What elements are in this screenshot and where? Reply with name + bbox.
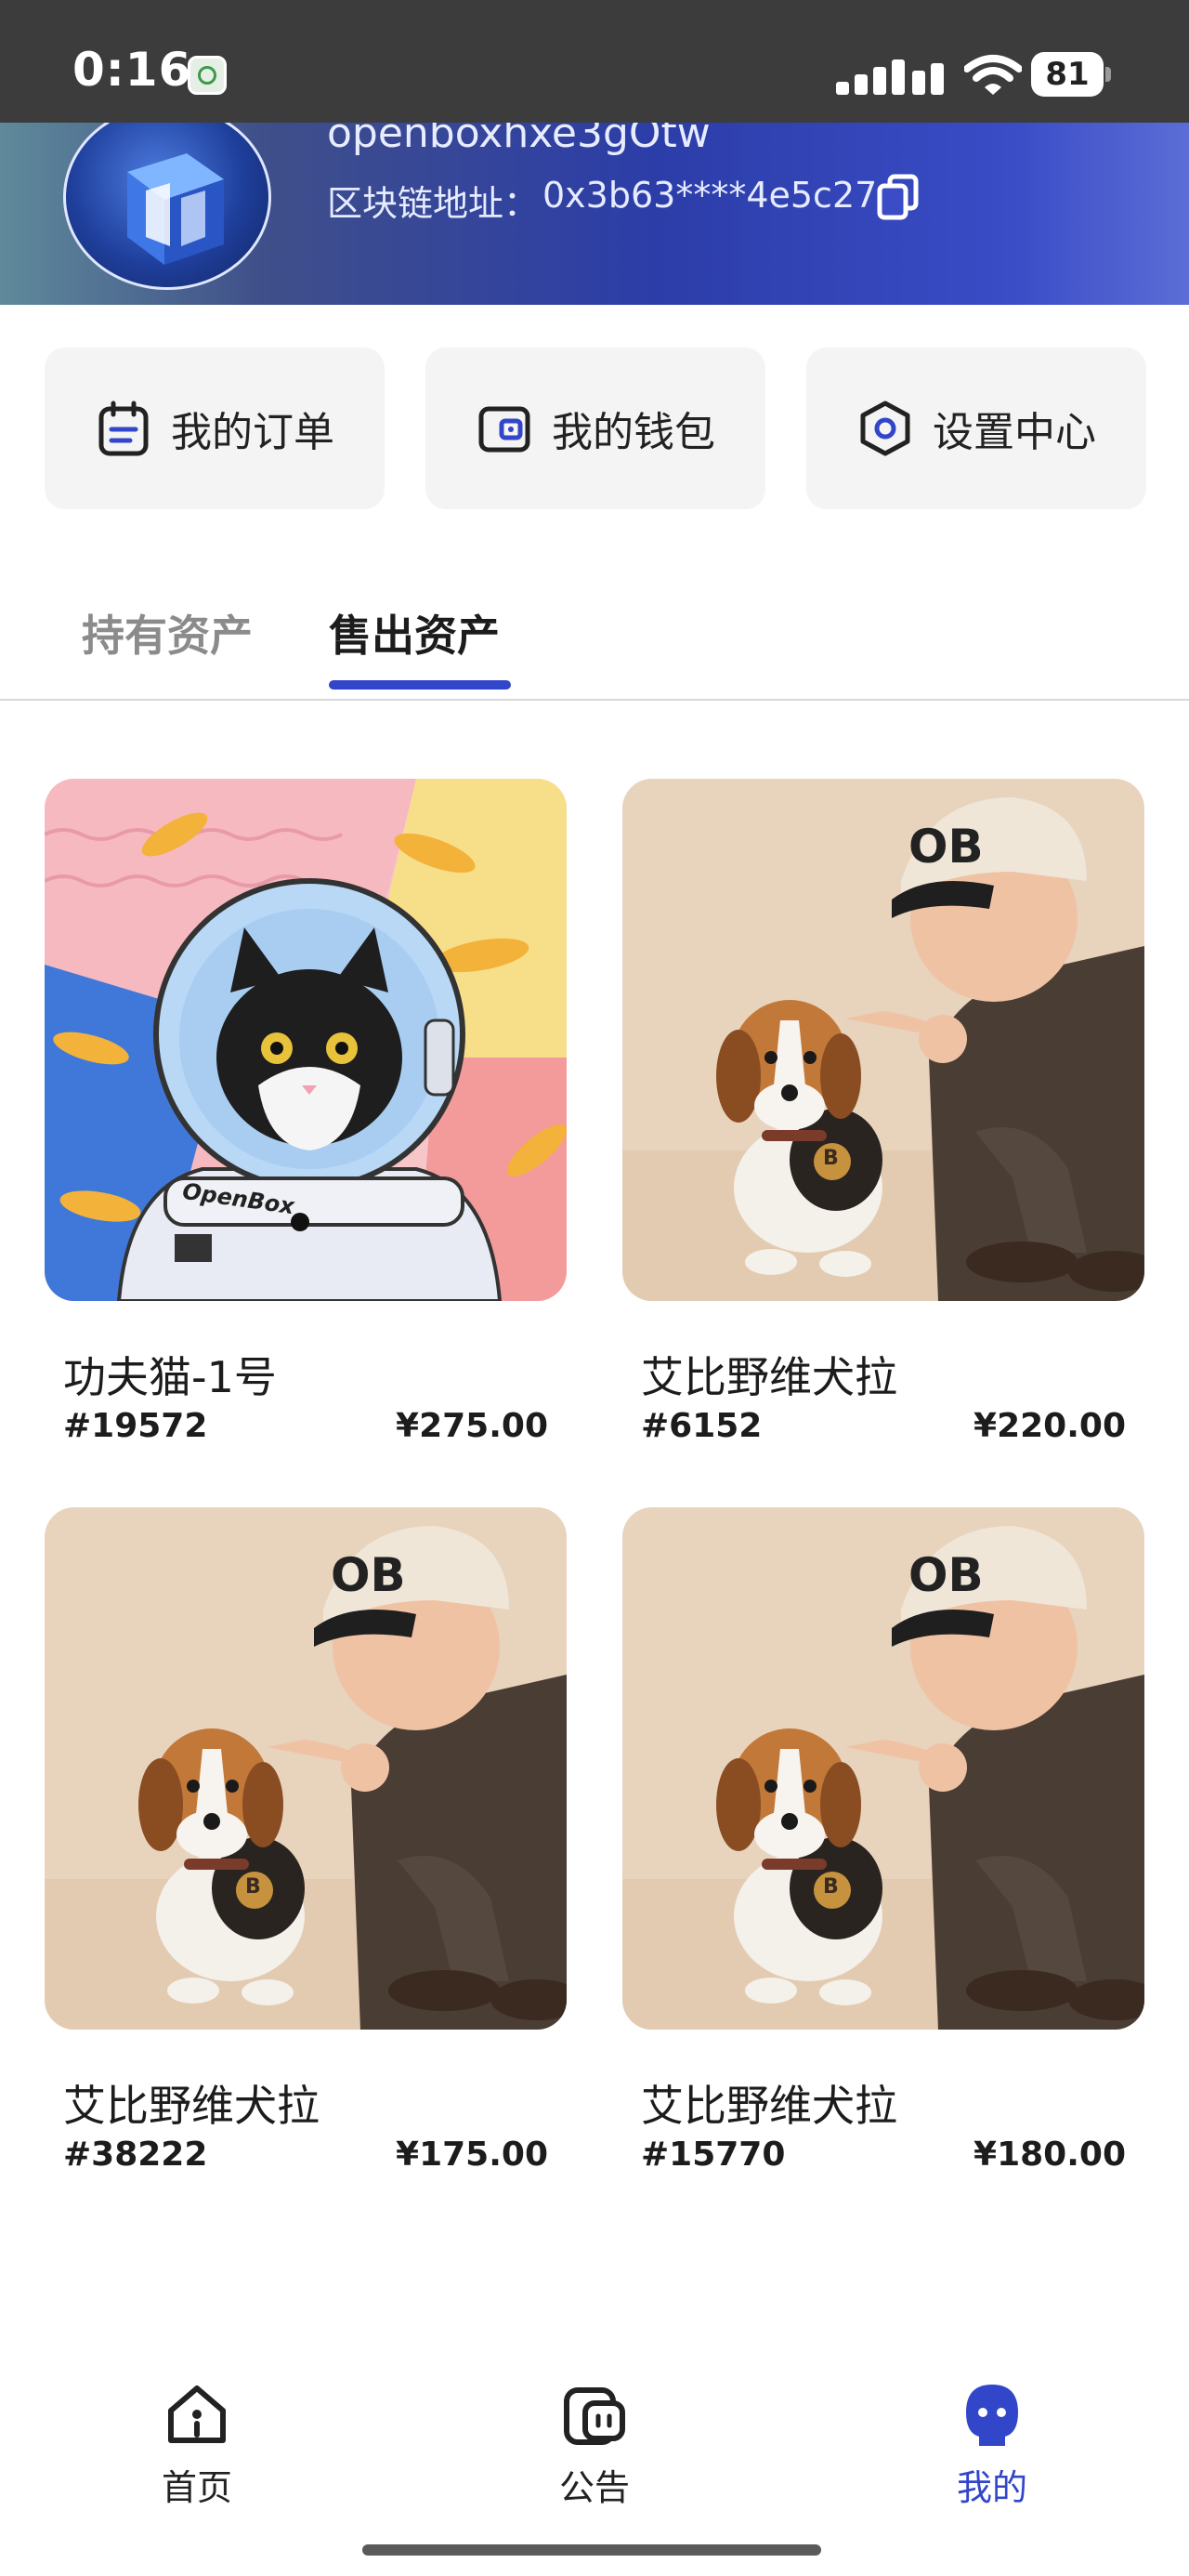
tab-held-assets[interactable]: 持有资产 [82, 602, 253, 664]
profile-header: openboxhxe3gOtw 区块链地址： 0x3b63****4e5c27 [0, 123, 1189, 305]
user-nickname: openboxhxe3gOtw [327, 123, 711, 157]
nav-profile[interactable]: 我的 [899, 2379, 1085, 2510]
nav-announcements-label: 公告 [558, 2467, 630, 2508]
asset-price: ¥180.00 [973, 2136, 1126, 2174]
avatar[interactable] [63, 123, 271, 290]
my-orders-button[interactable]: 我的订单 [45, 348, 385, 509]
nav-home-label: 首页 [161, 2467, 232, 2508]
asset-token-id: #38222 [63, 2136, 208, 2174]
dog-tag-text: B [823, 1147, 839, 1170]
asset-image-beagle: OB B [45, 1507, 567, 2030]
asset-card[interactable]: OB B 艾比野维犬拉 #38222 ¥175.00 [45, 1507, 567, 2174]
wallet-icon [478, 406, 530, 453]
asset-price: ¥175.00 [396, 2136, 548, 2174]
my-orders-label: 我的订单 [171, 409, 334, 456]
cap-text: OB [908, 820, 984, 874]
asset-card[interactable]: OB B 艾比野维犬拉 #6152 ¥220.00 [622, 779, 1144, 1445]
my-wallet-button[interactable]: 我的钱包 [425, 348, 765, 509]
cap-text: OB [331, 1548, 406, 1602]
copy-icon[interactable] [875, 173, 921, 221]
asset-token-id: #15770 [641, 2136, 786, 2174]
asset-image-beagle: OB B [622, 1507, 1144, 2030]
dog-tag-text: B [823, 1875, 839, 1899]
asset-name: 艾比野维犬拉 [63, 2081, 320, 2131]
cellular-signal-icon [836, 56, 953, 95]
tab-sold-assets[interactable]: 售出资产 [329, 602, 500, 664]
asset-price: ¥220.00 [973, 1407, 1126, 1445]
wifi-icon [964, 55, 1022, 95]
nav-home[interactable]: 首页 [104, 2379, 290, 2510]
status-time: 0:16 [72, 43, 192, 97]
asset-card[interactable]: OpenBox 功夫猫-1号 #19572 ¥275.00 [45, 779, 567, 1445]
profile-icon [966, 2385, 1018, 2446]
settings-center-label: 设置中心 [933, 409, 1096, 456]
asset-image-beagle: OB B [622, 779, 1144, 1301]
active-tab-indicator [329, 680, 511, 690]
address-label: 区块链地址： [327, 183, 540, 224]
my-wallet-label: 我的钱包 [552, 409, 715, 456]
settings-center-button[interactable]: 设置中心 [806, 348, 1146, 509]
dog-tag-text: B [245, 1875, 261, 1899]
app-notification-icon [188, 56, 227, 95]
cap-text: OB [908, 1548, 984, 1602]
blockchain-address: 0x3b63****4e5c27 [542, 175, 878, 216]
home-icon [168, 2385, 226, 2443]
cube-logo-icon [127, 153, 224, 265]
order-icon [98, 401, 149, 456]
announcement-icon [564, 2387, 625, 2445]
asset-name: 艾比野维犬拉 [641, 1352, 897, 1402]
asset-price: ¥275.00 [396, 1407, 548, 1445]
status-bar: 0:16 81 [0, 0, 1189, 123]
battery-level: 81 [1031, 52, 1104, 97]
nav-profile-label: 我的 [956, 2467, 1027, 2508]
asset-name: 功夫猫-1号 [63, 1352, 277, 1402]
asset-token-id: #19572 [63, 1407, 208, 1445]
asset-name: 艾比野维犬拉 [641, 2081, 897, 2131]
battery-icon [1105, 67, 1111, 82]
asset-token-id: #6152 [641, 1407, 763, 1445]
asset-image-astronaut-cat: OpenBox [45, 779, 567, 1301]
tabs-divider [0, 699, 1189, 701]
asset-card[interactable]: OB B 艾比野维犬拉 #15770 ¥180.00 [622, 1507, 1144, 2174]
settings-icon [860, 401, 910, 456]
nav-announcements[interactable]: 公告 [502, 2379, 687, 2510]
home-indicator[interactable] [362, 2544, 821, 2556]
